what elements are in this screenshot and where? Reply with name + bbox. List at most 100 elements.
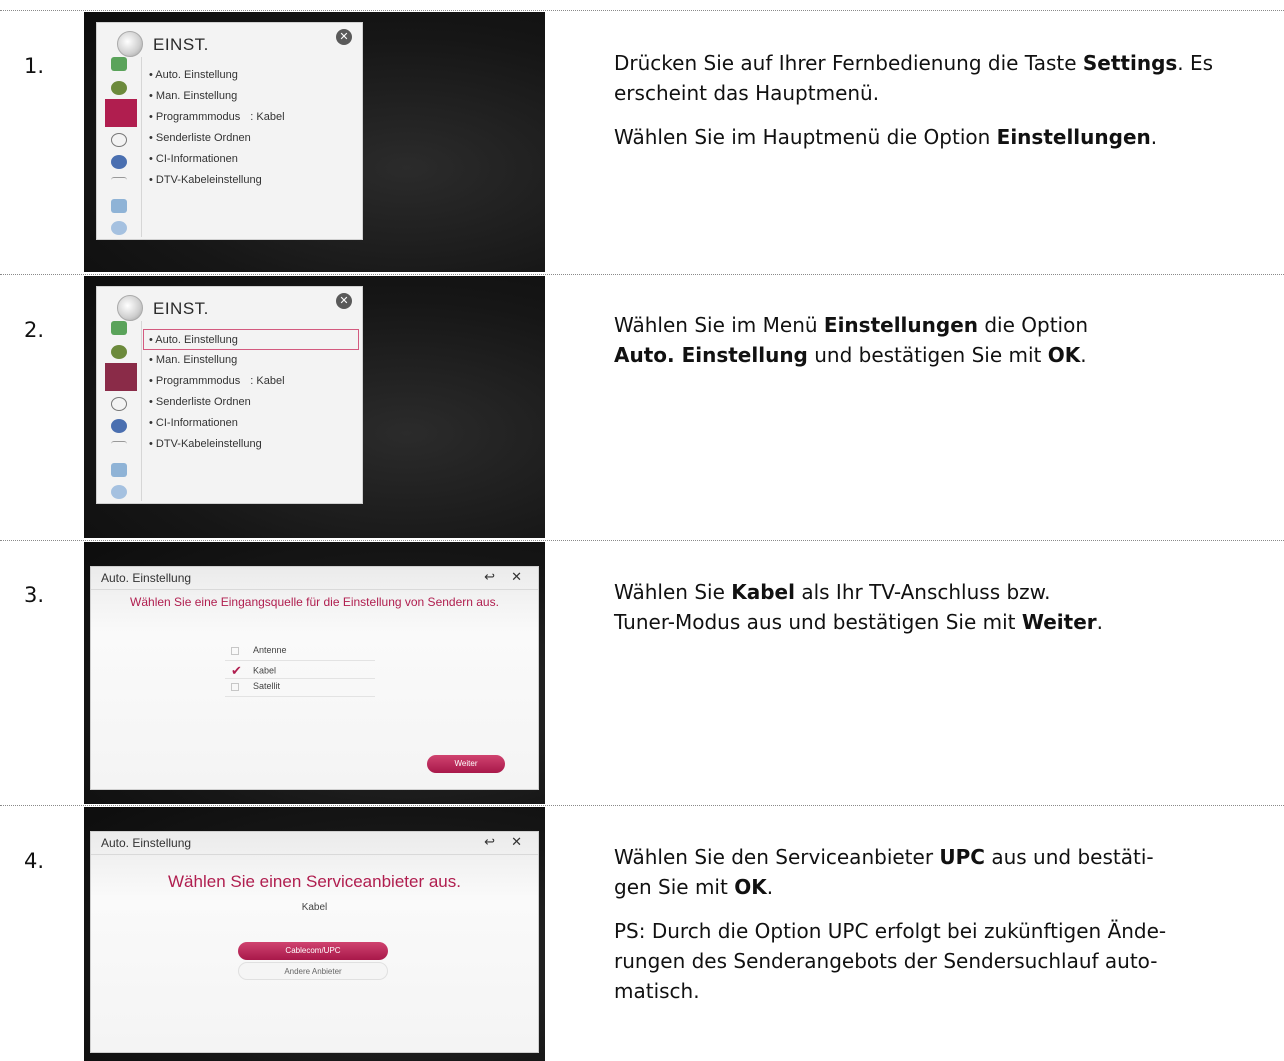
- description-paragraph: matisch.: [614, 976, 1274, 1006]
- category-sidebar: [105, 57, 137, 237]
- cablecom-upc-button: Cablecom/UPC: [238, 942, 388, 960]
- text-run: matisch.: [614, 979, 700, 1003]
- divider: [0, 274, 1284, 275]
- divider: [225, 696, 375, 697]
- menu-item-ci-informationen: • CI-Informationen: [149, 149, 359, 170]
- menu-item-man-einstellung: • Man. Einstellung: [149, 86, 359, 107]
- option-label: Kabel: [253, 665, 277, 676]
- satellite-dish-icon: [117, 295, 143, 321]
- divider: [91, 854, 538, 855]
- auto-tuning-dialog: Auto. Einstellung ↩ ✕ Wählen Sie eine Ei…: [90, 566, 539, 790]
- key-term: Weiter: [1021, 610, 1097, 634]
- support-icon: [111, 485, 127, 499]
- description-paragraph: rungen des Senderangebots der Sendersuch…: [614, 946, 1274, 976]
- key-term: OK: [1047, 343, 1081, 367]
- dialog-title: Auto. Einstellung: [101, 836, 192, 850]
- description-paragraph: Drücken Sie auf Ihrer Fernbedienung die …: [614, 48, 1274, 108]
- audio-icon: [111, 81, 127, 95]
- step-number: 4.: [24, 849, 45, 873]
- step-description: Wählen Sie im Menü Einstellungen die Opt…: [614, 310, 1274, 384]
- menu-item-senderliste: • Senderliste Ordnen: [149, 128, 359, 149]
- text-run: .: [1096, 610, 1103, 634]
- time-icon: [111, 133, 127, 147]
- divider: [225, 678, 375, 679]
- setup-icon-selected: [105, 99, 137, 127]
- dialog-subtitle: Kabel: [301, 902, 328, 913]
- text-run: Drücken Sie auf Ihrer Fernbedienung die …: [614, 51, 1083, 75]
- key-term: OK: [734, 875, 767, 899]
- option-icon: [111, 177, 127, 191]
- dialog-prompt: Wählen Sie einen Serviceanbieter aus.: [168, 872, 461, 891]
- key-term: Auto. Einstellung: [614, 343, 808, 367]
- step-description: Wählen Sie Kabel als Ihr TV-Anschluss bz…: [614, 577, 1274, 651]
- settings-list: • Auto. Einstellung • Man. Einstellung •…: [143, 329, 359, 455]
- satellite-dish-icon: [117, 31, 143, 57]
- dialog-prompt: Wählen Sie eine Eingangsquelle für die E…: [130, 595, 499, 609]
- menu-item-label: • DTV-Kabeleinstellung: [149, 174, 262, 186]
- divider: [0, 10, 1284, 11]
- text-run: .: [1080, 343, 1087, 367]
- key-term: Einstellungen: [823, 313, 978, 337]
- menu-item-label: • Senderliste Ordnen: [149, 132, 251, 144]
- text-run: als Ihr TV-Anschluss bzw.: [794, 580, 1051, 604]
- settings-panel: EINST. ✕ • Auto. Einstellung • Man. Eins…: [96, 286, 363, 504]
- menu-item-label: • Senderliste Ordnen: [149, 396, 251, 408]
- menu-item-dtv-kabel: • DTV-Kabeleinstellung: [149, 434, 359, 455]
- divider: [141, 321, 142, 501]
- menu-item-senderliste: • Senderliste Ordnen: [149, 392, 359, 413]
- checkbox-unchecked: [231, 646, 239, 655]
- picture-icon: [111, 321, 127, 335]
- panel-title: EINST.: [153, 35, 209, 54]
- step-number: 1.: [24, 54, 45, 78]
- text-run: gen Sie mit: [614, 875, 735, 899]
- key-term: Kabel: [731, 580, 795, 604]
- description-paragraph: Wählen Sie Kabel als Ihr TV-Anschluss bz…: [614, 577, 1274, 607]
- settings-list: • Auto. Einstellung • Man. Einstellung •…: [149, 65, 359, 191]
- step-description: Drücken Sie auf Ihrer Fernbedienung die …: [614, 48, 1274, 166]
- menu-item-label: • Auto. Einstellung: [149, 69, 238, 81]
- option-kabel: ✔ Kabel: [231, 663, 276, 679]
- divider: [0, 805, 1284, 806]
- network-icon: [111, 463, 127, 477]
- option-label: Satellit: [253, 681, 281, 691]
- description-paragraph: gen Sie mit OK.: [614, 872, 1274, 902]
- menu-item-label: • Man. Einstellung: [149, 354, 238, 366]
- menu-item-value: : Kabel: [250, 111, 285, 123]
- close-icon: ✕: [336, 293, 352, 309]
- checkbox-unchecked: [231, 682, 239, 691]
- support-icon: [111, 221, 127, 235]
- menu-item-man-einstellung: • Man. Einstellung: [149, 350, 359, 371]
- category-sidebar: [105, 321, 137, 501]
- text-run: und bestätigen Sie mit: [807, 343, 1048, 367]
- text-run: rungen des Senderangebots der Sendersuch…: [614, 949, 1158, 973]
- menu-item-label: • Programmmodus: [149, 111, 241, 123]
- text-run: PS: Durch die Option UPC erfolgt bei zuk…: [614, 919, 1167, 943]
- panel-title: EINST.: [153, 299, 209, 318]
- menu-item-dtv-kabel: • DTV-Kabeleinstellung: [149, 170, 359, 191]
- key-term: Settings: [1082, 51, 1178, 75]
- close-icon: ✕: [336, 29, 352, 45]
- description-paragraph: Wählen Sie den Serviceanbieter UPC aus u…: [614, 842, 1274, 872]
- key-term: Einstellungen: [996, 125, 1151, 149]
- menu-item-ci-informationen: • CI-Informationen: [149, 413, 359, 434]
- option-label: Antenne: [253, 645, 287, 655]
- option-antenne: Antenne: [231, 645, 287, 655]
- step-description: Wählen Sie den Serviceanbieter UPC aus u…: [614, 842, 1274, 1020]
- divider: [0, 540, 1284, 541]
- text-run: Wählen Sie den Serviceanbieter: [614, 845, 940, 869]
- menu-item-auto-einstellung-highlighted: • Auto. Einstellung: [143, 329, 359, 350]
- description-paragraph: Wählen Sie im Hauptmenü die Option Einst…: [614, 122, 1274, 152]
- lock-icon: [111, 155, 127, 169]
- back-close-icons: ↩ ✕: [484, 835, 528, 850]
- picture-icon: [111, 57, 127, 71]
- tv-screenshot-input-source: Auto. Einstellung ↩ ✕ Wählen Sie eine Ei…: [84, 542, 545, 804]
- text-run: Tuner-Modus aus und bestätigen Sie mit: [614, 610, 1022, 634]
- menu-item-label: • CI-Informationen: [149, 153, 238, 165]
- key-term: UPC: [939, 845, 985, 869]
- text-run: Wählen Sie: [614, 580, 732, 604]
- step-number: 2.: [24, 318, 45, 342]
- step-number: 3.: [24, 583, 45, 607]
- menu-item-label: • CI-Informationen: [149, 417, 238, 429]
- andere-anbieter-button: Andere Anbieter: [238, 962, 388, 980]
- text-run: .: [1150, 125, 1158, 149]
